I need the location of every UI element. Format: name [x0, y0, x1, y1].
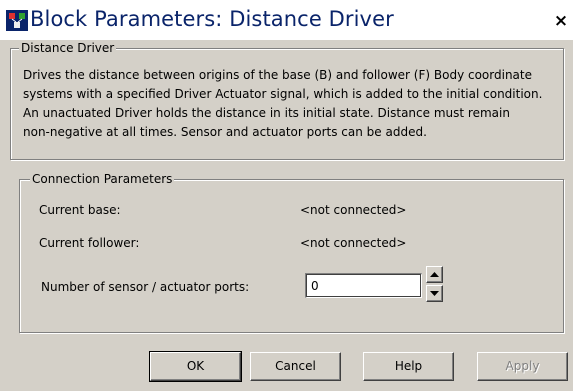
connection-parameters-legend: Connection Parameters	[30, 171, 175, 187]
current-follower-value: <not connected>	[300, 236, 407, 250]
cancel-button[interactable]: Cancel	[250, 352, 341, 381]
window-title: Block Parameters: Distance Driver	[30, 7, 394, 31]
spin-down-arrow-icon	[430, 291, 439, 296]
description-line: Drives the distance between origins of t…	[23, 68, 532, 82]
block-parameters-dialog: Block Parameters: Distance Driver × Dist…	[0, 0, 573, 391]
ports-count-input[interactable]	[305, 273, 422, 298]
current-base-label: Current base:	[39, 203, 121, 217]
description-group-legend: Distance Driver	[19, 40, 117, 56]
block-description: Drives the distance between origins of t…	[23, 66, 563, 142]
description-group: Distance Driver Drives the distance betw…	[10, 40, 564, 160]
close-button[interactable]: ×	[551, 10, 571, 32]
spin-down-button[interactable]	[426, 285, 443, 302]
ok-button[interactable]: OK	[149, 351, 242, 382]
spin-up-arrow-icon	[430, 272, 439, 277]
current-follower-label: Current follower:	[39, 236, 140, 250]
description-line: non-negative at all times. Sensor and ac…	[23, 125, 427, 139]
ports-count-label: Number of sensor / actuator ports:	[41, 280, 250, 294]
spin-up-button[interactable]	[426, 266, 443, 283]
description-line: systems with a specified Driver Actuator…	[23, 87, 543, 101]
description-line: An unactuated Driver holds the distance …	[23, 106, 510, 120]
help-button[interactable]: Help	[363, 352, 454, 381]
title-bar[interactable]: Block Parameters: Distance Driver ×	[0, 0, 573, 40]
apply-button[interactable]: Apply	[477, 352, 568, 381]
simulink-block-icon	[6, 10, 28, 31]
current-base-value: <not connected>	[300, 203, 407, 217]
connection-parameters-group: Connection Parameters Current base: <not…	[19, 171, 564, 333]
